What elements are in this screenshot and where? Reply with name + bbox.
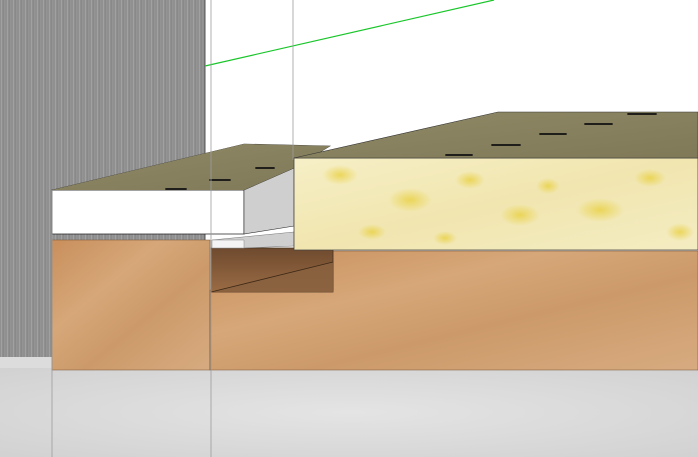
floor-slab[interactable] <box>0 368 698 457</box>
timber-base-left[interactable] <box>51 239 211 371</box>
scene-canvas[interactable] <box>0 0 698 457</box>
white-strip-front <box>211 239 245 249</box>
white-board-front[interactable] <box>51 189 245 235</box>
3d-viewport[interactable] <box>0 0 698 457</box>
